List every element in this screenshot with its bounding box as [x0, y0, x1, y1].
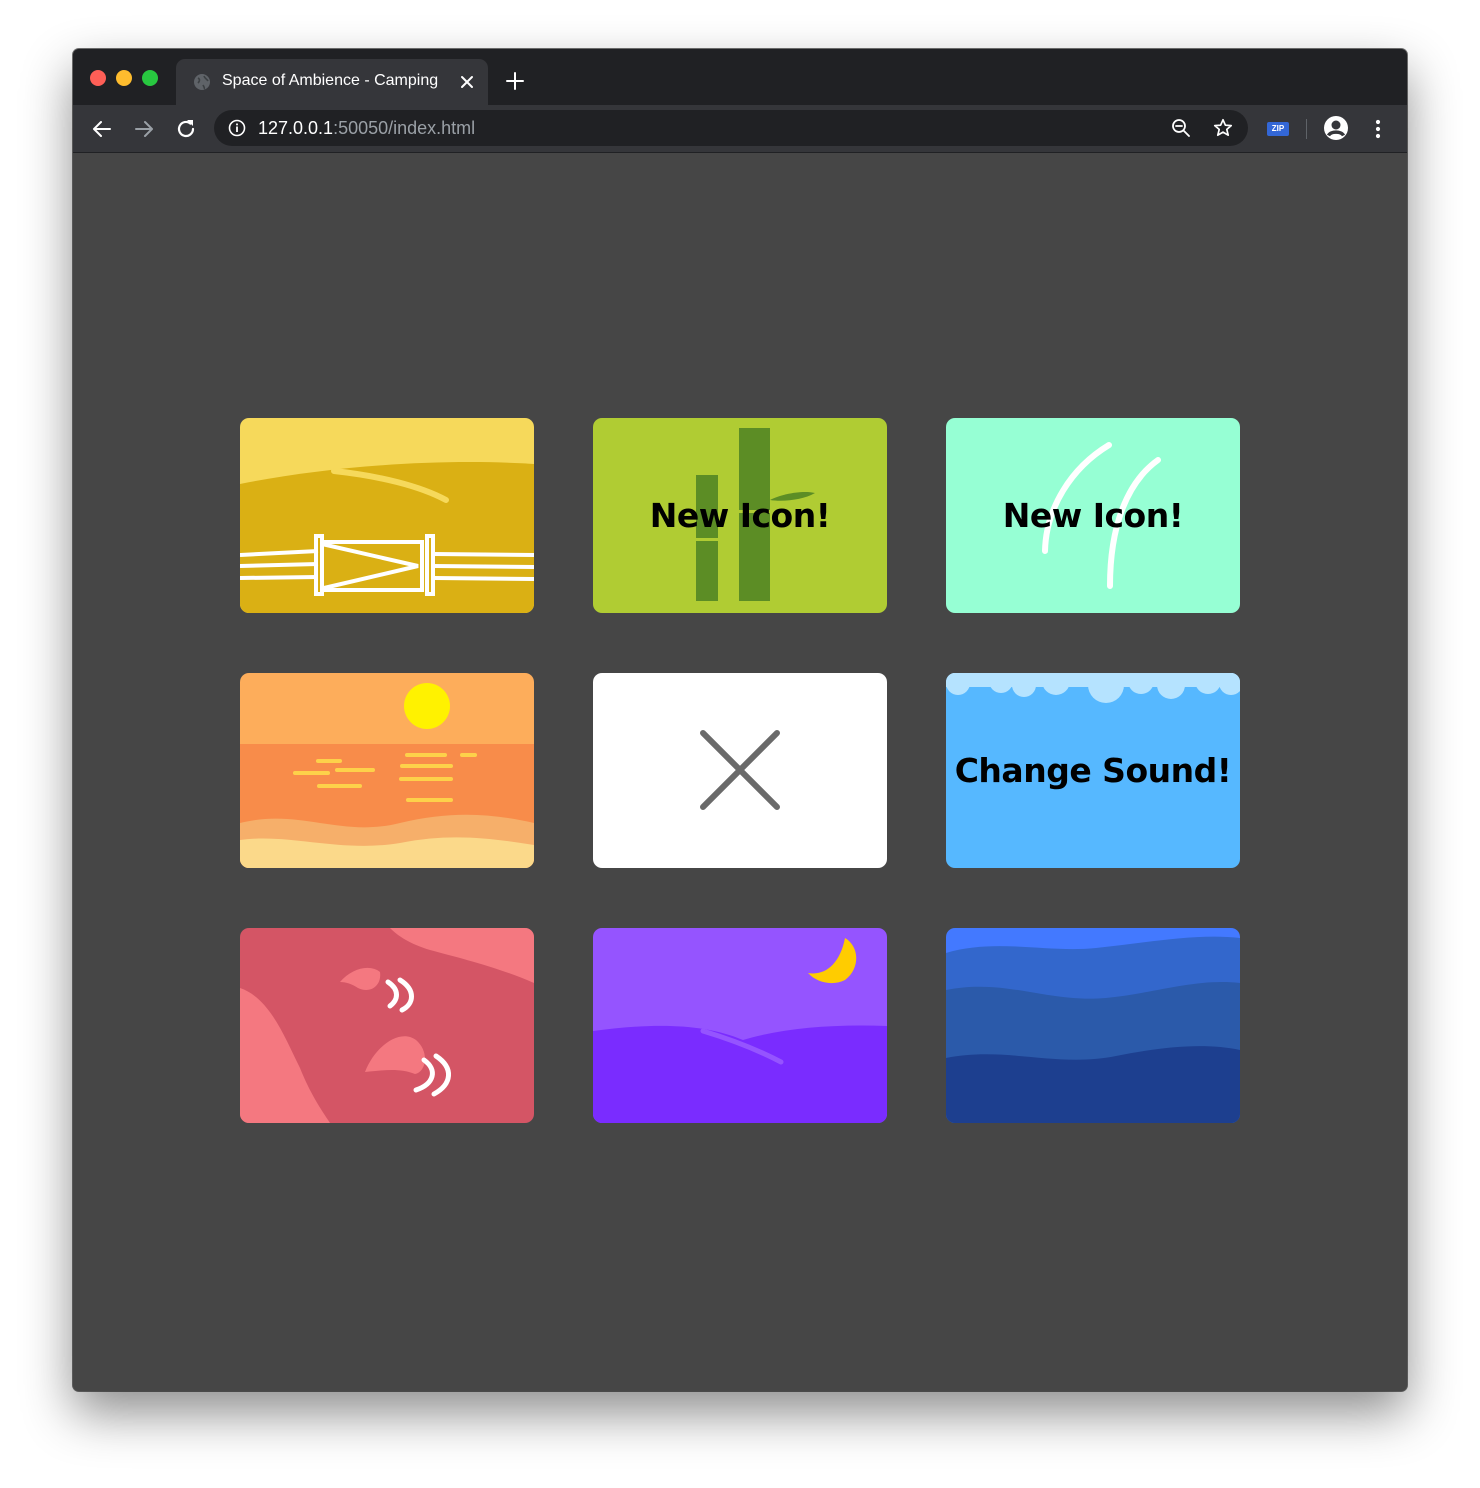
- tile-bamboo[interactable]: New Icon!: [593, 418, 887, 613]
- zoom-out-icon[interactable]: [1171, 118, 1191, 138]
- close-tab-icon[interactable]: [458, 73, 476, 91]
- maximize-window-button[interactable]: [142, 70, 158, 86]
- tile-label: New Icon!: [1002, 496, 1184, 535]
- close-window-button[interactable]: [90, 70, 106, 86]
- browser-tab[interactable]: Space of Ambience - Camping: [176, 59, 488, 105]
- campfire-illustration: [240, 928, 534, 1123]
- tile-meadow[interactable]: [240, 418, 534, 613]
- url-text[interactable]: 127.0.0.1:50050/index.html: [258, 118, 475, 139]
- bookmark-star-icon[interactable]: [1213, 118, 1233, 138]
- close-x-icon[interactable]: [593, 673, 887, 868]
- tile-sky[interactable]: Change Sound!: [946, 673, 1240, 868]
- tile-label: New Icon!: [649, 496, 831, 535]
- ocean-waves-illustration: [946, 928, 1240, 1123]
- minimize-window-button[interactable]: [116, 70, 132, 86]
- tile-night[interactable]: [593, 928, 887, 1123]
- url-path: :50050/index.html: [333, 118, 476, 138]
- tile-label: Change Sound!: [954, 751, 1232, 790]
- browser-toolbar: 127.0.0.1:50050/index.html ZIP: [73, 105, 1407, 153]
- tile-ocean[interactable]: [946, 928, 1240, 1123]
- forward-arrow-icon[interactable]: [132, 117, 156, 141]
- browser-window: Space of Ambience - Camping 127.0.0.1:50…: [73, 49, 1407, 1391]
- address-bar[interactable]: 127.0.0.1:50050/index.html: [214, 110, 1248, 146]
- globe-icon: [194, 74, 210, 90]
- sunset-beach-illustration: [240, 673, 534, 868]
- tile-empty-slot[interactable]: [593, 673, 887, 868]
- tab-title: Space of Ambience - Camping: [222, 72, 439, 89]
- ambience-grid: New Icon! New Icon! Change Sound!: [240, 418, 1240, 1123]
- profile-avatar-icon[interactable]: [1323, 115, 1349, 141]
- toolbar-divider: [1306, 119, 1307, 139]
- tab-bar: Space of Ambience - Camping: [73, 49, 1407, 105]
- back-arrow-icon[interactable]: [90, 117, 114, 141]
- info-icon[interactable]: [228, 119, 246, 137]
- zip-extension-icon[interactable]: ZIP: [1267, 122, 1289, 136]
- moon-icon: [808, 938, 857, 984]
- meadow-fence-illustration: [240, 418, 534, 613]
- tile-sunset-beach[interactable]: [240, 673, 534, 868]
- more-menu-icon[interactable]: [1368, 117, 1388, 141]
- reload-icon[interactable]: [174, 117, 198, 141]
- new-tab-icon[interactable]: [505, 71, 525, 91]
- tile-campfire[interactable]: [240, 928, 534, 1123]
- tile-wind[interactable]: New Icon!: [946, 418, 1240, 613]
- url-host: 127.0.0.1: [258, 118, 334, 138]
- page-viewport: New Icon! New Icon! Change Sound!: [73, 154, 1407, 1391]
